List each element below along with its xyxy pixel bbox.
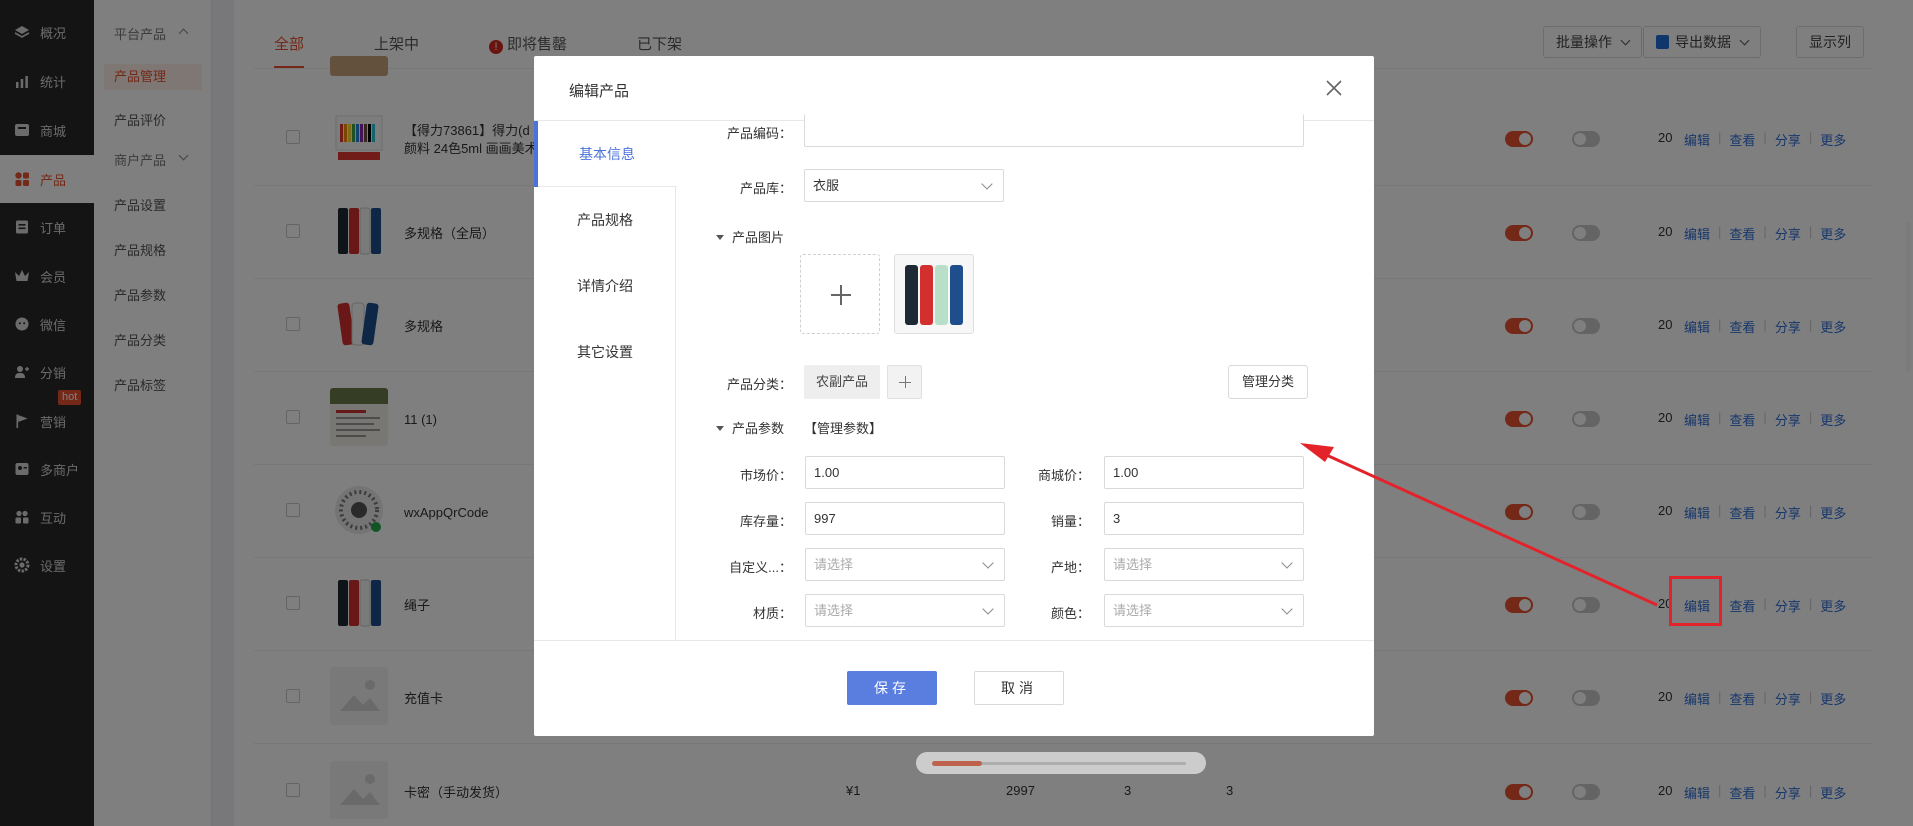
annotation-arrow xyxy=(1300,443,1658,607)
